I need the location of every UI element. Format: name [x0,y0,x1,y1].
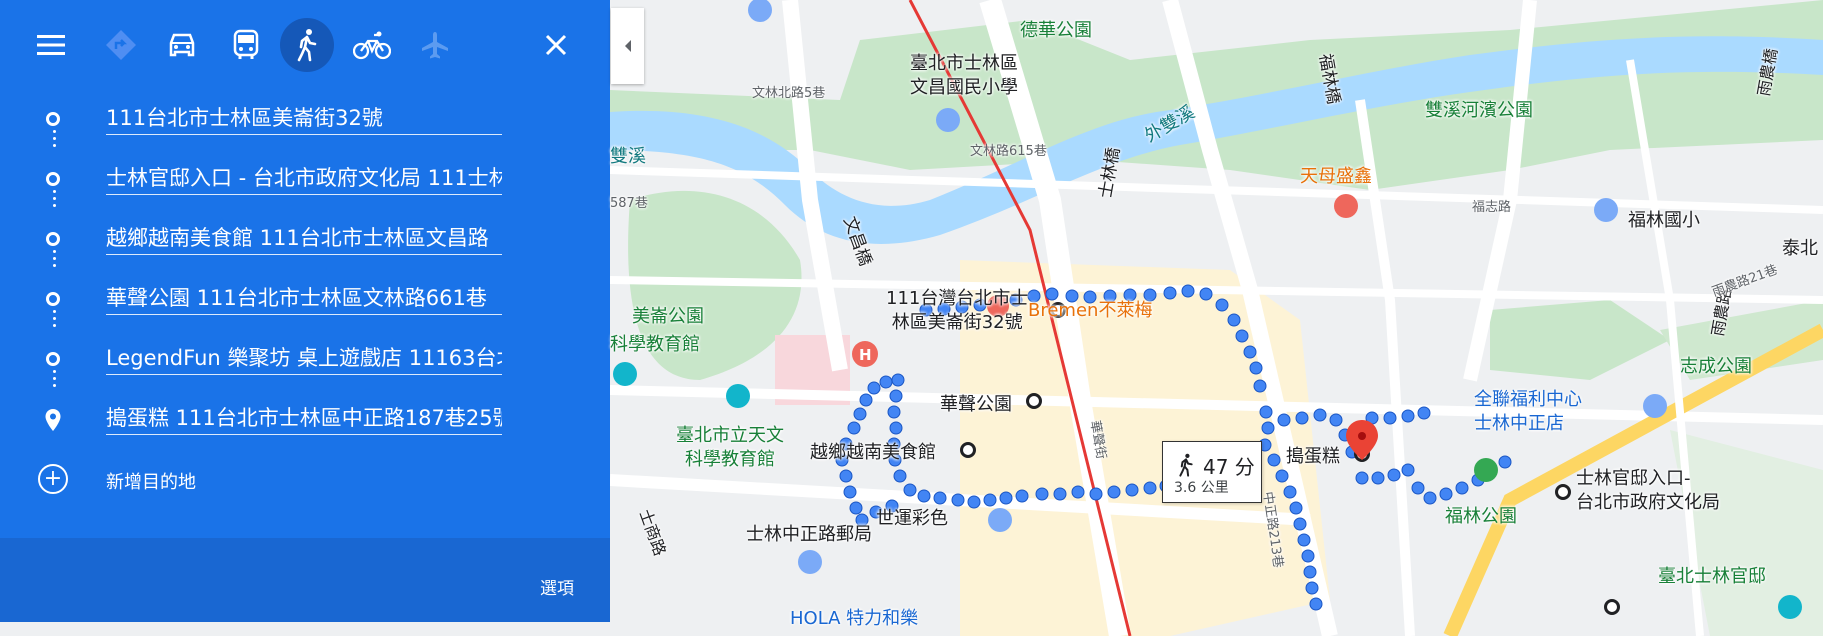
menu-button[interactable] [24,18,78,72]
map-strip [0,622,610,636]
stop-row: 越鄉越南美食館 111台北市士林區文昌路 [0,214,610,274]
add-destination-label: 新增目的地 [106,472,196,493]
map-label-lane587: 587巷 [610,196,648,211]
close-icon [545,34,567,56]
options-button[interactable]: 選項 [540,574,574,599]
map-label-shiyun: 世運彩色 [876,508,948,529]
map-canvas[interactable]: H 德華公園 臺北市士林區 文昌國民小學 文林北路5巷 雙溪河濱公園 外雙溪 雙… [610,0,1823,636]
mode-flight-button[interactable] [408,18,462,72]
best-route-button[interactable] [94,18,148,72]
pin-label-huasheng[interactable]: 華聲公園 [940,390,1012,416]
mode-cycling-button[interactable] [345,18,399,72]
dotted-connector [53,190,56,211]
collapse-panel-button[interactable] [611,8,644,84]
map-label-zhicheng-park: 志成公園 [1680,356,1752,377]
stop-input[interactable]: 搗蛋糕 111台北市士林區中正路187巷25號 [106,402,502,435]
map-label-bremen: Bremen不萊梅 [1028,300,1153,321]
map-label-shuangxi-riverside: 雙溪河濱公園 [1425,100,1533,121]
stop-input[interactable]: 華聲公園 111台北市士林區文林路661巷 [106,282,502,315]
stop-circle-icon [46,232,60,246]
chevron-left-icon [624,40,631,52]
stop-input[interactable]: LegendFun 樂聚坊 桌上遊戲店 11163台北市 [106,342,502,375]
pin-label-guandi-entry[interactable]: 士林官邸入口- 台北市政府文化局 [1576,467,1720,515]
close-button[interactable] [529,18,583,72]
stop-input[interactable]: 士林官邸入口 - 台北市政府文化局 111士林區福林路60號 [106,162,502,195]
pin-label-yuexiang[interactable]: 越鄉越南美食館 [810,438,936,464]
bus-icon [233,29,259,59]
stop-row: 搗蛋糕 111台北市士林區中正路187巷25號 [0,394,610,454]
map-label-quanlian: 全聯福利中心 士林中正店 [1474,389,1582,434]
pin-label-start[interactable]: 111台灣台北市士 林區美崙街32號 [886,287,1028,335]
stop-input[interactable]: 越鄉越南美食館 111台北市士林區文昌路 [106,222,502,255]
walking-icon [1179,453,1193,477]
dotted-connector [53,370,56,391]
mode-transit-button[interactable] [219,18,273,72]
car-icon [169,33,195,57]
stop-circle-icon [46,292,60,306]
bicycle-icon [353,31,391,60]
map-label-guandi: 臺北士林官邸 [1658,566,1766,587]
map-label-sci-edu: 科學教育館 [610,334,700,355]
stop-circle-icon [46,172,60,186]
map-label-wenlin-n5: 文林北路5巷 [752,86,826,101]
map-label-tianwen: 臺北市立天文 科學教育館 [676,425,784,470]
dotted-connector [53,250,56,271]
dotted-connector [53,130,56,151]
directions-panel: 111台北市士林區美崙街32號 士林官邸入口 - 台北市政府文化局 111士林區… [0,0,610,622]
dotted-connector [53,310,56,331]
route-duration-card[interactable]: 47 分 3.6 公里 [1162,441,1262,503]
panel-footer: 選項 [0,538,610,622]
map-label-fulin-park: 福林公園 [1445,506,1517,527]
mode-walking-button[interactable] [280,18,334,72]
plus-circle-icon: + [38,464,68,494]
map-label-shilin-post: 士林中正路郵局 [746,524,872,545]
map-label-shuangxi: 雙溪 [610,146,646,167]
add-destination-row[interactable]: + 新增目的地 [0,460,610,500]
map-label-fuzhi-rd: 福志路 [1472,200,1512,215]
svg-text:H: H [859,346,872,364]
directions-diamond-icon [106,30,136,60]
stop-circle-icon [46,352,60,366]
stop-row: 華聲公園 111台北市士林區文林路661巷 [0,274,610,334]
travel-mode-bar [0,18,610,78]
route-duration-distance: 3.6 公里 [1174,480,1229,496]
mode-driving-button[interactable] [155,18,209,72]
route-duration-time: 47 分 [1203,455,1255,479]
map-label-wenlin615: 文林路615巷 [970,144,1047,159]
menu-icon [37,35,65,55]
map-label-fulin-school: 福林國小 [1628,210,1700,231]
map-label-yushan-park: 美崙公園 [632,306,704,327]
airplane-icon [422,32,448,59]
stop-row: LegendFun 樂聚坊 桌上遊戲店 11163台北市 [0,334,610,394]
stop-input[interactable]: 111台北市士林區美崙街32號 [106,102,502,135]
map-label-taibei: 泰北 [1782,238,1818,259]
map-label-wenchang-school: 臺北市士林區 文昌國民小學 [910,53,1018,98]
stop-row: 士林官邸入口 - 台北市政府文化局 111士林區福林路60號 [0,154,610,214]
map-label-hola: HOLA 特力和樂 [790,608,919,629]
map-label-dehua-park: 德華公園 [1020,20,1092,41]
stop-circle-icon [46,112,60,126]
map-label-tianmu: 天母盛鑫 [1300,166,1372,187]
stop-row: 111台北市士林區美崙街32號 [0,94,610,154]
pin-label-daodan[interactable]: 搗蛋糕 [1286,442,1340,468]
destination-pin-icon [45,409,61,431]
walking-icon [297,29,317,62]
